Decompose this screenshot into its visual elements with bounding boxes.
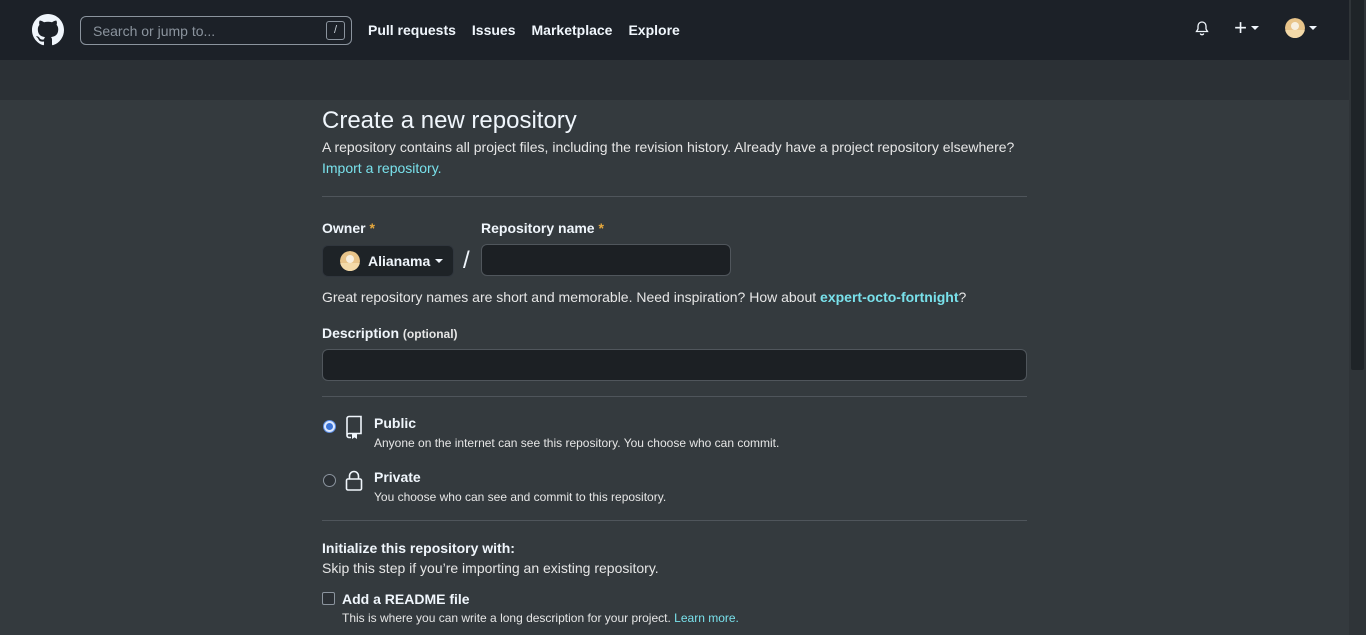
nav-explore[interactable]: Explore [628,22,679,38]
public-option-title: Public [374,415,417,431]
notification-bell-icon[interactable] [1194,20,1210,37]
repository-name-input[interactable] [481,244,731,276]
owner-repo-separator: / [463,247,470,274]
divider [322,396,1027,397]
learn-more-link[interactable]: Learn more. [674,611,739,625]
chevron-down-icon [1251,26,1259,30]
nav-marketplace[interactable]: Marketplace [532,22,613,38]
private-option-title: Private [374,469,421,485]
required-marker: * [369,220,375,236]
public-radio[interactable] [323,420,336,433]
main-nav: Pull requests Issues Marketplace Explore [368,22,680,38]
chevron-down-icon [435,259,444,263]
top-navigation-bar: Search or jump to... / Pull requests Iss… [0,0,1349,60]
header-actions: + [1194,15,1317,40]
divider [322,520,1027,521]
import-repository-link[interactable]: Import a repository. [322,160,442,176]
search-input[interactable]: Search or jump to... / [80,16,352,45]
suggested-name-link[interactable]: expert-octo-fortnight [820,289,958,305]
search-placeholder: Search or jump to... [93,23,216,39]
owner-label: Owner * [322,220,375,236]
owner-select-button[interactable]: Alianama [322,245,454,277]
secondary-header-bar [0,60,1349,100]
page-scrollbar[interactable] [1349,0,1366,635]
nav-pull-requests[interactable]: Pull requests [368,22,456,38]
user-menu-dropdown[interactable] [1285,18,1317,38]
initialize-heading: Initialize this repository with: [322,540,515,556]
private-radio[interactable] [323,474,336,487]
description-input[interactable] [322,349,1027,381]
repository-name-hint: Great repository names are short and mem… [322,289,967,305]
add-readme-label[interactable]: Add a README file [342,591,470,607]
owner-name: Alianama [368,253,431,269]
avatar [340,251,360,271]
chevron-down-icon [1309,26,1317,30]
optional-marker: (optional) [402,327,458,341]
add-readme-checkbox[interactable] [322,592,335,605]
repository-name-label: Repository name * [481,220,604,236]
create-new-dropdown[interactable]: + [1234,15,1259,40]
repository-icon [346,415,362,439]
nav-issues[interactable]: Issues [472,22,516,38]
public-option-description: Anyone on the internet can see this repo… [374,436,780,450]
page-title: Create a new repository [322,107,577,134]
add-readme-description: This is where you can write a long descr… [342,611,739,625]
initialize-subtitle: Skip this step if you’re importing an ex… [322,560,659,576]
plus-icon: + [1234,15,1247,40]
github-logo-icon[interactable] [32,14,64,46]
private-option-description: You choose who can see and commit to thi… [374,490,667,504]
description-label: Description (optional) [322,325,458,341]
page-subtitle: A repository contains all project files,… [322,139,1015,155]
lock-icon [345,470,363,491]
avatar [1285,18,1305,38]
scrollbar-thumb[interactable] [1351,0,1364,370]
search-shortcut-key: / [326,21,345,40]
divider [322,196,1027,197]
required-marker: * [598,220,604,236]
